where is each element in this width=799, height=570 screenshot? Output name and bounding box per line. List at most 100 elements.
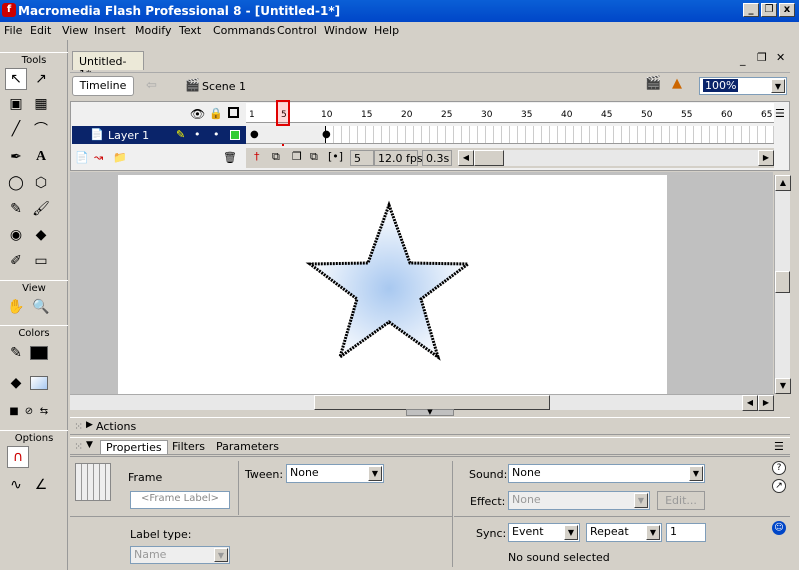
pencil-tool-icon[interactable]: ✎ [5,198,27,220]
tab-properties[interactable]: Properties [100,440,168,454]
actions-panel-title[interactable]: Actions [96,420,136,433]
scene-label[interactable]: Scene 1 [202,80,246,93]
frames-area[interactable]: ● ● [246,126,774,144]
menu-control[interactable]: Control [277,24,317,37]
actions-panel-header[interactable]: ⁙ ▶ Actions [70,417,790,435]
timeline-menu-icon[interactable]: ☰ [775,107,785,120]
close-button[interactable]: x [779,3,795,17]
visibility-dot-icon[interactable]: • [194,128,201,141]
scroll-left-icon[interactable]: ◀ [742,395,758,411]
lasso-tool-icon[interactable]: ⌒ [30,118,52,140]
timeline-scroll-thumb[interactable] [474,150,504,166]
menu-help[interactable]: Help [374,24,399,37]
expand-arrow-icon[interactable]: ▶ [86,420,93,430]
sync-select[interactable]: Event ▼ [508,523,580,542]
menu-window[interactable]: Window [324,24,367,37]
selection-tool-icon[interactable]: ↖ [5,68,27,90]
frame-label-input[interactable]: <Frame Label> [130,491,230,509]
eyedropper-tool-icon[interactable]: ✐ [5,250,27,272]
snap-to-objects-icon[interactable]: ∩ [7,446,29,468]
line-tool-icon[interactable]: ╱ [5,118,27,140]
scroll-up-icon[interactable]: ▲ [775,175,791,191]
insert-folder-icon[interactable]: 📁 [113,151,127,164]
zoom-tool-icon[interactable]: 🔍 [30,296,52,318]
outline-layers-icon[interactable] [228,107,239,118]
eraser-tool-icon[interactable]: ▭ [30,250,52,272]
text-tool-icon[interactable]: A [30,146,52,168]
sound-select[interactable]: None ▼ [508,464,705,483]
stage[interactable] [118,175,667,394]
modify-onion-markers-icon[interactable]: [•] [328,150,343,163]
frame-rate-field[interactable]: 12.0 fps [374,150,423,166]
panel-menu-icon[interactable]: ☰ [774,440,784,453]
back-arrow-icon[interactable]: ⇦ [146,78,157,93]
stroke-color-swatch[interactable] [30,346,48,360]
subselection-tool-icon[interactable]: ↗ [30,68,52,90]
help-icon[interactable]: ? [772,461,786,475]
free-transform-tool-icon[interactable]: ▣ [5,93,27,115]
delete-layer-icon[interactable]: 🗑 [223,151,237,164]
outline-color-icon[interactable] [230,130,240,140]
tween-select[interactable]: None ▼ [286,464,384,483]
edit-multiple-frames-icon[interactable]: ⧉ [310,150,318,164]
add-motion-guide-icon[interactable]: ↝ [94,151,103,164]
polystar-tool-icon[interactable]: ⬡ [30,172,52,194]
swap-colors-icon[interactable]: ⇆ [33,400,55,422]
doc-restore-icon[interactable]: ❐ [757,51,767,64]
smooth-icon[interactable]: ∿ [5,474,27,496]
star-shape[interactable] [305,200,473,361]
vertical-scroll-thumb[interactable] [775,271,790,293]
menu-commands[interactable]: Commands [213,24,275,37]
layer-row[interactable]: 📄 Layer 1 ✎ • • [72,126,246,144]
menu-edit[interactable]: Edit [30,24,51,37]
tab-parameters[interactable]: Parameters [216,440,279,453]
gradient-transform-tool-icon[interactable]: ▦ [30,93,52,115]
restore-button[interactable]: ❐ [761,3,777,17]
hand-tool-icon[interactable]: ✋ [5,296,27,318]
zoom-select[interactable]: 100% ▼ [699,77,787,95]
stage-horizontal-scrollbar[interactable]: ◀ ▶ [70,394,774,411]
menu-text[interactable]: Text [179,24,201,37]
center-frame-icon[interactable]: † [254,150,260,163]
doc-close-icon[interactable]: ✕ [776,51,785,64]
frame-ruler[interactable]: 1 5 10 15 20 25 30 35 40 45 50 55 60 65 [246,103,774,123]
playhead[interactable] [276,100,290,126]
edit-symbols-icon[interactable]: ▲ [672,76,682,91]
menu-modify[interactable]: Modify [135,24,171,37]
timeline-toggle-button[interactable]: Timeline [72,76,134,96]
minimize-button[interactable]: _ [743,3,759,17]
brush-tool-icon[interactable]: 🖌 [30,198,52,220]
doc-minimize-icon[interactable]: _ [740,53,746,66]
straighten-icon[interactable]: ∠ [30,474,52,496]
scroll-down-icon[interactable]: ▼ [775,378,791,394]
accessibility-icon[interactable]: ☺ [772,521,786,535]
scroll-right-icon[interactable]: ▶ [758,150,774,166]
paint-bucket-tool-icon[interactable]: ◆ [30,224,52,246]
onion-skin-outlines-icon[interactable]: ❐ [292,150,302,163]
repeat-count-input[interactable]: 1 [666,523,706,542]
expand-properties-icon[interactable]: ↗ [772,479,786,493]
menu-file[interactable]: File [4,24,22,37]
onion-skin-icon[interactable]: ⧉ [272,150,280,164]
oval-tool-icon[interactable]: ◯ [5,172,27,194]
edit-scene-icon[interactable]: 🎬 [645,76,661,91]
scroll-right-icon[interactable]: ▶ [758,395,774,411]
lock-dot-icon[interactable]: • [213,128,220,141]
lock-layers-icon[interactable]: 🔒 [209,107,223,120]
menu-view[interactable]: View [62,24,88,37]
ink-bottle-tool-icon[interactable]: ◉ [5,224,27,246]
scroll-left-icon[interactable]: ◀ [458,150,474,166]
menu-insert[interactable]: Insert [94,24,126,37]
repeat-select[interactable]: Repeat ▼ [586,523,662,542]
insert-layer-icon[interactable]: 📄 [75,151,89,164]
timeline-scroll-track[interactable] [504,150,758,166]
gripper-icon[interactable]: ⁙ [74,440,83,453]
gripper-icon[interactable]: ⁙ [74,420,83,433]
edit-sound-button[interactable]: Edit... [657,491,705,510]
collapse-panels-handle[interactable]: ▼ [406,409,454,416]
collapse-arrow-icon[interactable]: ▼ [86,440,93,450]
document-tab[interactable]: Untitled-1* [72,51,144,81]
pen-tool-icon[interactable]: ✒ [5,146,27,168]
show-hide-layers-icon[interactable]: 👁 [190,107,205,121]
stage-vertical-scrollbar[interactable]: ▲ ▼ [774,175,791,394]
